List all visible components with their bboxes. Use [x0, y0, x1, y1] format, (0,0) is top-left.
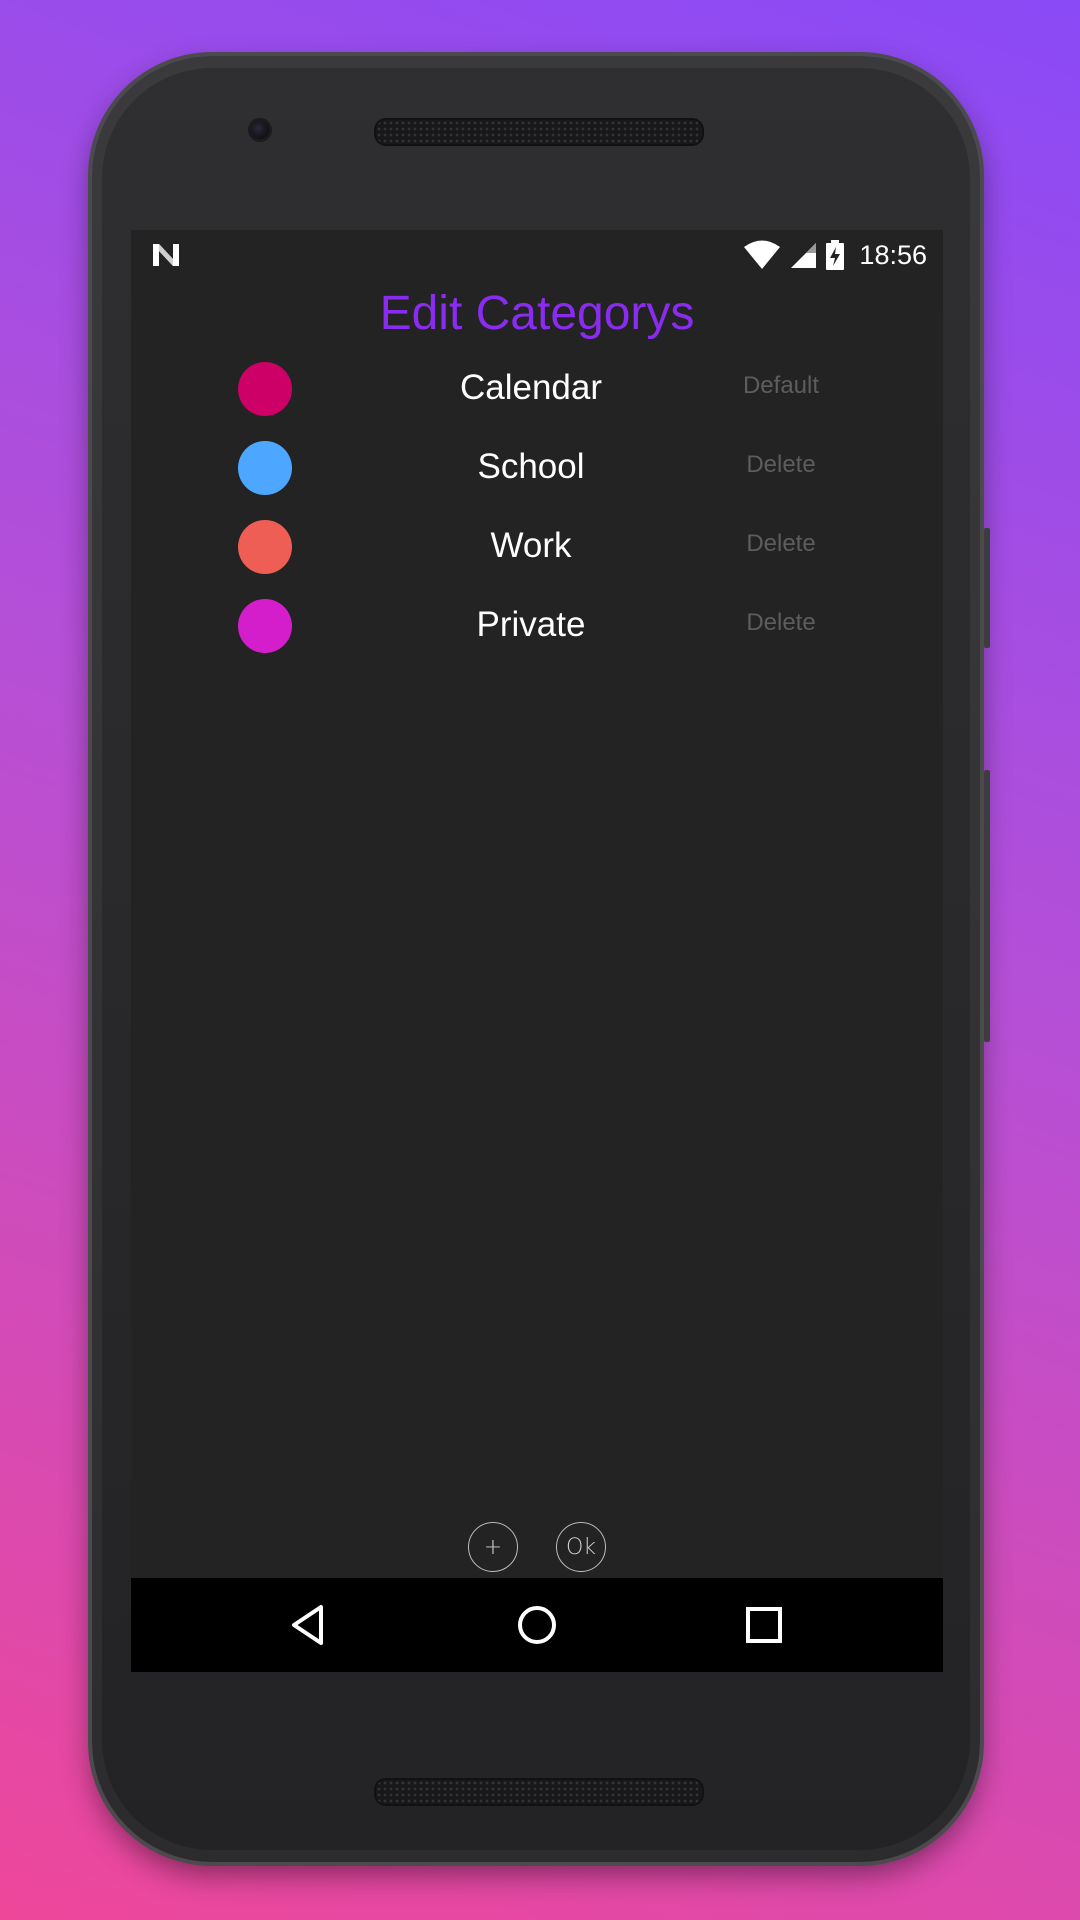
signal-icon	[791, 243, 817, 268]
volume-rocker	[984, 770, 990, 1042]
top-speaker-grille	[374, 118, 704, 146]
category-row-calendar: Calendar Default	[131, 350, 943, 429]
back-icon[interactable]	[286, 1602, 332, 1648]
recent-apps-icon[interactable]	[741, 1602, 787, 1648]
category-row-private: Private Delete	[131, 587, 943, 666]
category-name[interactable]: Calendar	[401, 368, 661, 408]
category-color-dot[interactable]	[238, 599, 292, 653]
category-color-dot[interactable]	[238, 520, 292, 574]
category-color-dot[interactable]	[238, 441, 292, 495]
ok-button[interactable]: Ok	[556, 1522, 606, 1572]
delete-button[interactable]: Delete	[711, 451, 851, 479]
delete-button[interactable]: Delete	[711, 530, 851, 558]
category-row-school: School Delete	[131, 429, 943, 508]
bottom-speaker-grille	[374, 1778, 704, 1806]
bottom-actions: + Ok	[131, 1522, 943, 1574]
battery-charging-icon	[826, 240, 845, 270]
navigation-bar	[131, 1578, 943, 1672]
status-bar: 18:56	[131, 230, 943, 278]
page-title: Edit Categorys	[379, 287, 695, 340]
category-color-dot[interactable]	[238, 362, 292, 416]
category-row-work: Work Delete	[131, 508, 943, 587]
add-category-button[interactable]: +	[468, 1522, 518, 1572]
n-icon	[153, 244, 179, 266]
category-name[interactable]: Private	[401, 605, 661, 645]
front-camera	[248, 118, 272, 142]
status-time: 18:56	[859, 239, 927, 270]
home-icon[interactable]	[514, 1602, 560, 1648]
power-button	[984, 528, 990, 648]
category-name[interactable]: School	[401, 447, 661, 487]
wifi-icon	[744, 240, 781, 269]
app-screen: 18:56 Edit Categorys Calendar Default Sc…	[131, 230, 943, 1672]
category-default-label: Default	[742, 372, 820, 399]
delete-button[interactable]: Delete	[711, 609, 851, 637]
category-name[interactable]: Work	[401, 526, 661, 566]
status-icons: 18:56	[743, 238, 927, 272]
